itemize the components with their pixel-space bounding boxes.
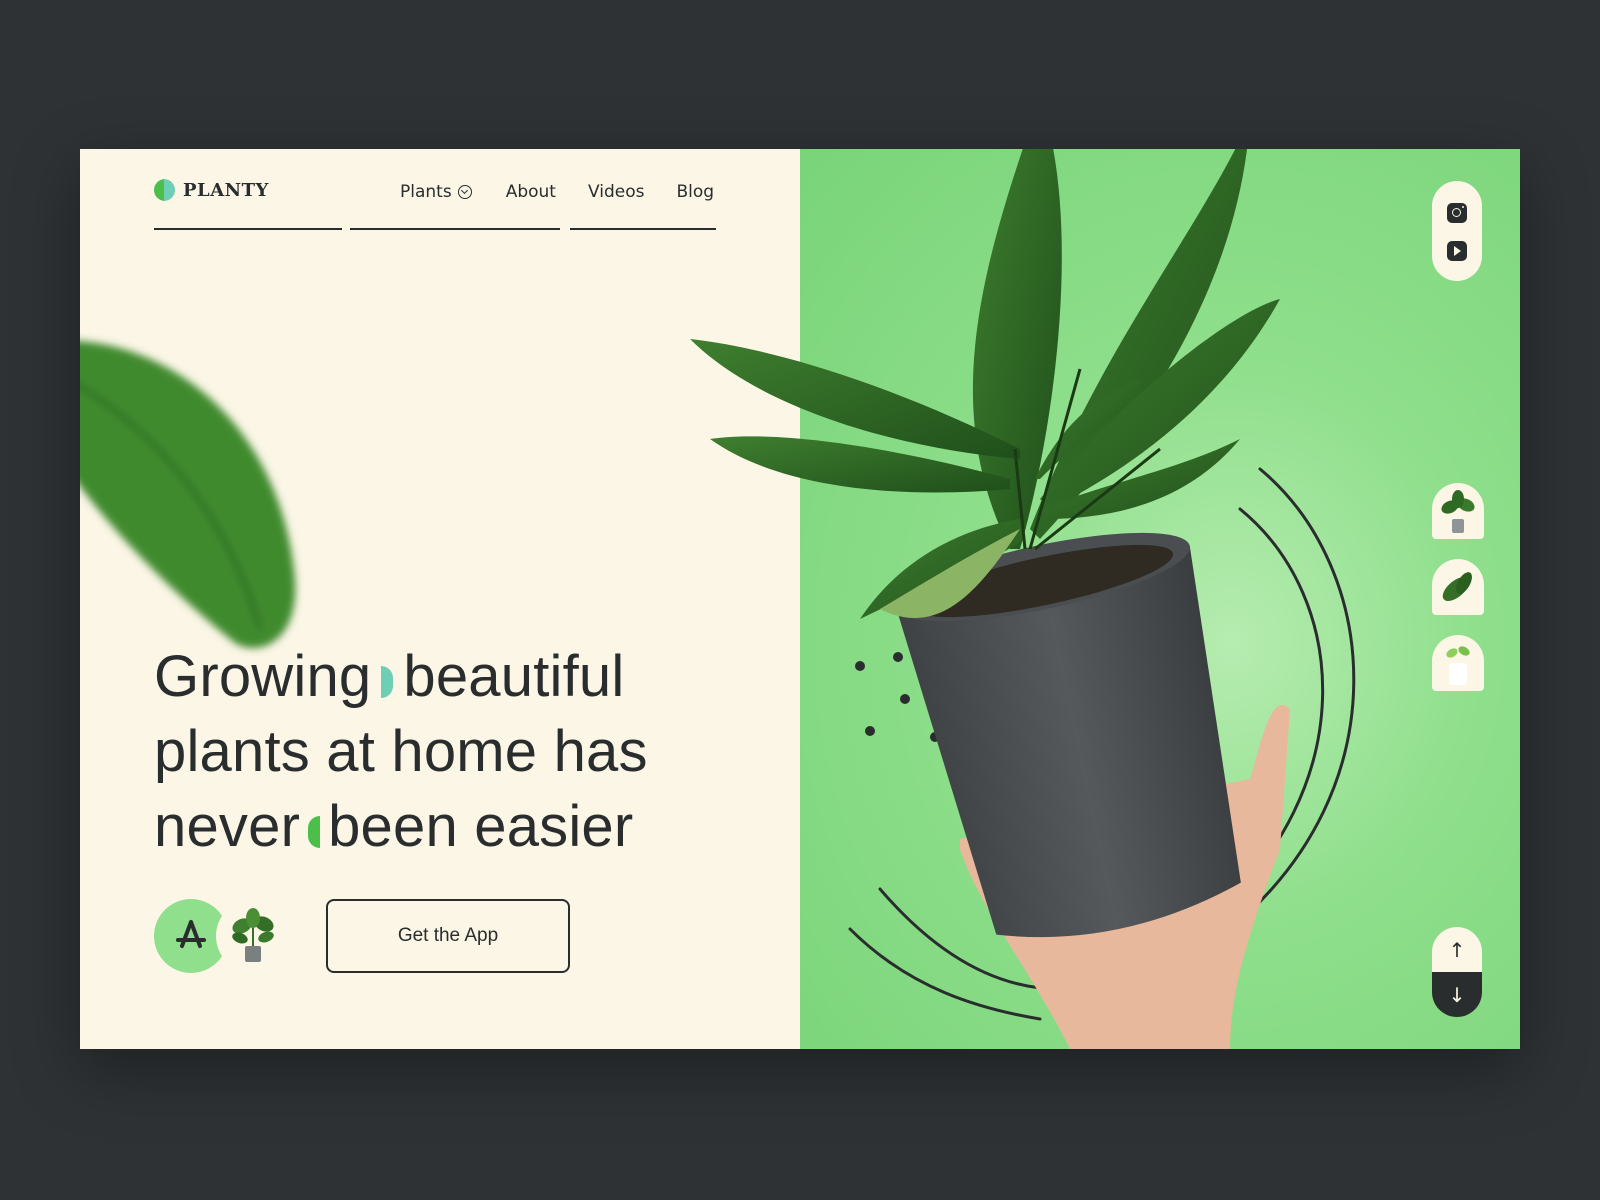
headline-word: Growing: [154, 644, 372, 709]
instagram-icon[interactable]: [1447, 203, 1467, 223]
brand-logo[interactable]: PLANTY: [154, 179, 269, 201]
plant-thumbnail-1[interactable]: [1432, 483, 1484, 539]
landing-page: PLANTY Plants About Videos Blog Growing b…: [80, 149, 1520, 1049]
chevron-down-icon: [457, 185, 472, 199]
main-nav: Plants About Videos Blog: [400, 182, 714, 202]
social-links: [1432, 181, 1482, 281]
scroll-up-button[interactable]: ↑: [1432, 927, 1482, 972]
nav-underline: [350, 228, 560, 230]
teal-pill-icon: [381, 666, 394, 698]
nav-underline: [154, 228, 342, 230]
nav-item-label: Videos: [587, 182, 645, 202]
get-the-app-button[interactable]: Get the App: [326, 899, 570, 973]
potted-plant-thumbnail-icon: [1441, 490, 1475, 533]
brand-name: PLANTY: [183, 179, 269, 201]
hero-headline: Growing beautiful plants at home has neve…: [154, 639, 734, 864]
hero-green-panel: [800, 149, 1520, 1049]
nav-item-label: Blog: [676, 182, 715, 202]
plant-thumbnail-2[interactable]: [1432, 559, 1484, 615]
nav-underline: [570, 228, 716, 230]
nav-item-label: Plants: [400, 182, 452, 202]
white-pot-plant-thumbnail-icon: [1446, 646, 1470, 685]
headline-word: been easier: [328, 794, 634, 859]
youtube-icon[interactable]: [1447, 241, 1467, 261]
nav-item-videos[interactable]: Videos: [588, 182, 645, 202]
nav-item-label: About: [505, 182, 556, 202]
logo-mark-icon: [154, 179, 175, 201]
leaf-plant-thumbnail-icon: [1442, 572, 1472, 601]
app-store-icon: [176, 920, 206, 948]
headline-word: beautiful: [403, 644, 625, 709]
plant-avatar[interactable]: [216, 899, 290, 973]
potted-plant-icon: [232, 908, 274, 962]
green-pill-icon: [308, 816, 321, 848]
plant-thumbnail-3[interactable]: [1432, 635, 1484, 691]
nav-item-about[interactable]: About: [506, 182, 556, 202]
scroll-control: ↑ ↓: [1432, 927, 1482, 1017]
nav-item-blog[interactable]: Blog: [676, 182, 714, 202]
headline-line: plants at home has: [154, 719, 648, 784]
headline-word: never: [154, 794, 301, 859]
nav-item-plants[interactable]: Plants: [400, 182, 472, 202]
